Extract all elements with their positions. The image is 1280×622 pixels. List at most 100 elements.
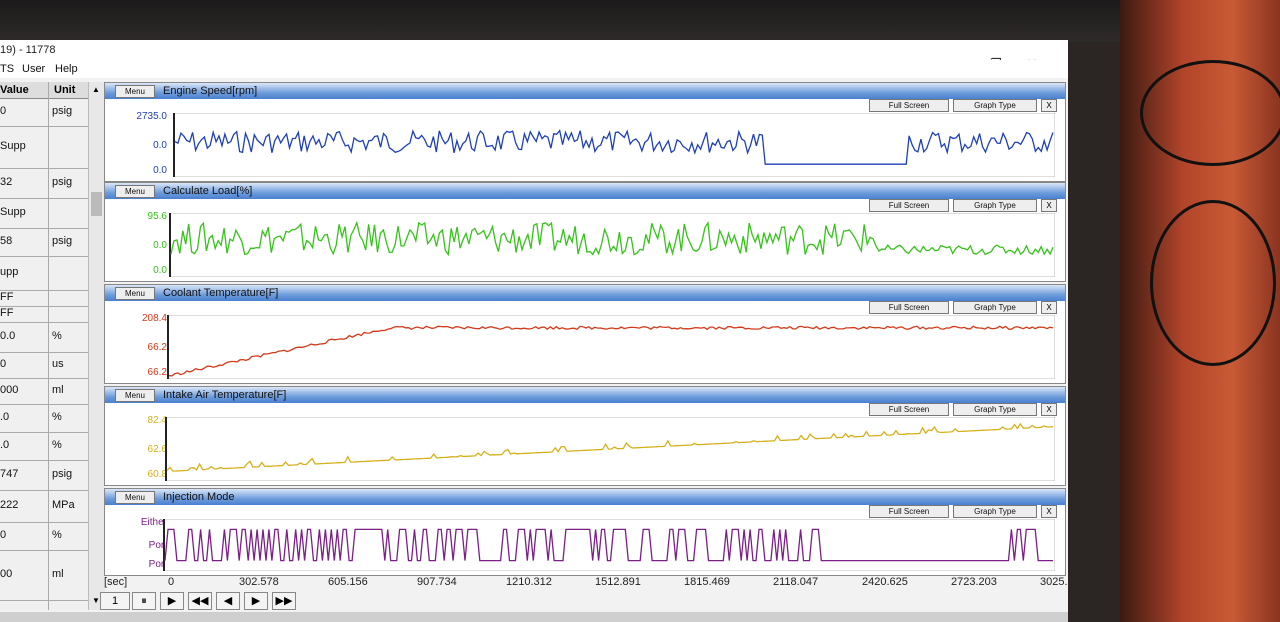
y-axis-min-label: 0.0 [153,265,167,276]
speed-stepper[interactable]: 1 [100,592,130,610]
scroll-up-icon[interactable]: ▲ [92,85,100,94]
signal-trace-plot [167,315,1055,379]
close-panel-button[interactable]: X [1041,403,1057,416]
y-axis-max-label: 2735.0 [136,111,167,122]
row-unit: psig [52,176,73,188]
data-list-row[interactable]: 0.0% [0,322,88,353]
data-list-row[interactable]: .0% [0,432,88,461]
full-screen-button[interactable]: Full Screen [869,505,949,518]
panel-menu-button[interactable]: Menu [115,185,155,198]
data-list-row[interactable]: 0 us [0,352,88,379]
row-unit: ml [52,384,64,396]
scroll-down-icon[interactable]: ▼ [92,596,100,605]
row-value: 747 [0,468,19,480]
time-unit-label: [sec] [104,576,128,588]
data-list-row[interactable]: 222 MPa [0,490,88,523]
data-list-row[interactable]: .0% [0,404,88,433]
monitor-bezel-top [0,0,1280,42]
skip-back-button[interactable]: ◀◀ [188,592,212,610]
graph-type-button[interactable]: Graph Type [953,505,1037,518]
cable [1140,60,1280,166]
row-value: FF [0,291,14,303]
graph-panel: Menu Coolant Temperature[F] Full Screen … [104,284,1066,384]
row-unit: % [52,411,62,423]
row-value: upp [0,266,19,278]
y-axis-min-label: 0.0 [153,165,167,176]
graph-title: Injection Mode [163,491,235,503]
graph-panel-header: Menu Coolant Temperature[F] [105,285,1065,301]
row-unit: % [52,439,62,451]
row-value: Supp [0,206,26,218]
data-list-row[interactable]: Supp [0,198,88,229]
monitor-bezel-bottom [0,612,1068,622]
graph-panel: Menu Intake Air Temperature[F] Full Scre… [104,386,1066,486]
full-screen-button[interactable]: Full Screen [869,99,949,112]
scroll-thumb[interactable] [91,192,102,216]
data-list-row[interactable]: 58 psig [0,228,88,257]
time-tick-label: 1512.891 [595,576,641,588]
data-list-row[interactable]: 000 ml [0,378,88,405]
data-list-panel: Value Unit 0 psig Supp 32 psig Supp 58 psig upp F… [0,82,105,610]
row-unit: % [52,529,62,541]
row-unit: psig [52,105,73,117]
time-tick-label: 2420.625 [862,576,908,588]
close-panel-button[interactable]: X [1041,199,1057,212]
row-value: 0.0 [0,330,16,342]
data-list-row[interactable]: FF [0,306,88,323]
row-value: FF [0,307,14,319]
graph-panel: Menu Engine Speed[rpm] Full Screen Graph… [104,82,1066,182]
data-list-row[interactable]: 747 psig [0,460,88,491]
row-value: 58 [0,235,13,247]
row-value: 0 [0,358,7,370]
menu-user[interactable]: User [22,63,45,75]
data-list-row[interactable]: FF [0,290,88,307]
close-panel-button[interactable]: X [1041,505,1057,518]
graph-panel: Menu Injection Mode Full Screen Graph Ty… [104,488,1066,576]
menu-ts[interactable]: TS [0,63,14,75]
time-tick-label: 2118.047 [773,576,819,588]
y-axis-min-label: Port [148,559,167,570]
data-list-row[interactable]: 00 ml [0,550,88,601]
time-tick-label: 605.156 [328,576,368,588]
graph-type-button[interactable]: Graph Type [953,301,1037,314]
skip-forward-button[interactable]: ▶▶ [272,592,296,610]
pause-button[interactable]: ⏸ [132,592,156,610]
graph-type-button[interactable]: Graph Type [953,403,1037,416]
y-axis-mid-label: 0.0 [153,240,167,251]
close-panel-button[interactable]: X [1041,301,1057,314]
data-list-row[interactable]: upp [0,256,88,291]
plot-frame [169,213,1055,277]
menu-help[interactable]: Help [55,63,78,75]
close-panel-button[interactable]: X [1041,99,1057,112]
time-tick-label: 302.578 [239,576,279,588]
panel-menu-button[interactable]: Menu [115,85,155,98]
data-list-scrollbar[interactable]: ▲ ▼ [88,82,105,610]
graph-type-button[interactable]: Graph Type [953,99,1037,112]
full-screen-button[interactable]: Full Screen [869,403,949,416]
time-tick-label: 2723.203 [951,576,997,588]
panel-menu-button[interactable]: Menu [115,287,155,300]
data-list-row[interactable]: 32 psig [0,168,88,199]
time-tick-label: 907.734 [417,576,457,588]
row-value: 00 [0,568,13,580]
y-axis-max-label: Either [140,517,167,528]
data-list-row[interactable]: 0% [0,522,88,551]
step-forward-button[interactable]: ▶ [244,592,268,610]
row-unit: us [52,358,64,370]
data-list-row[interactable]: Supp [0,126,88,169]
play-button[interactable]: ▶ [160,592,184,610]
full-screen-button[interactable]: Full Screen [869,199,949,212]
y-axis-max-label: 82.4 [147,415,167,426]
panel-menu-button[interactable]: Menu [115,389,155,402]
step-back-button[interactable]: ◀ [216,592,240,610]
value-column-header: Value [0,84,29,96]
data-list-row[interactable]: 0 psig [0,98,88,127]
time-tick-label: 1210.312 [506,576,552,588]
panel-menu-button[interactable]: Menu [115,491,155,504]
graph-type-button[interactable]: Graph Type [953,199,1037,212]
full-screen-button[interactable]: Full Screen [869,301,949,314]
unit-column-header: Unit [54,84,76,96]
title-bar: 19) - 11778 [0,40,1068,60]
time-tick-label: 0 [168,576,175,588]
speed-value: 1 [111,595,119,607]
